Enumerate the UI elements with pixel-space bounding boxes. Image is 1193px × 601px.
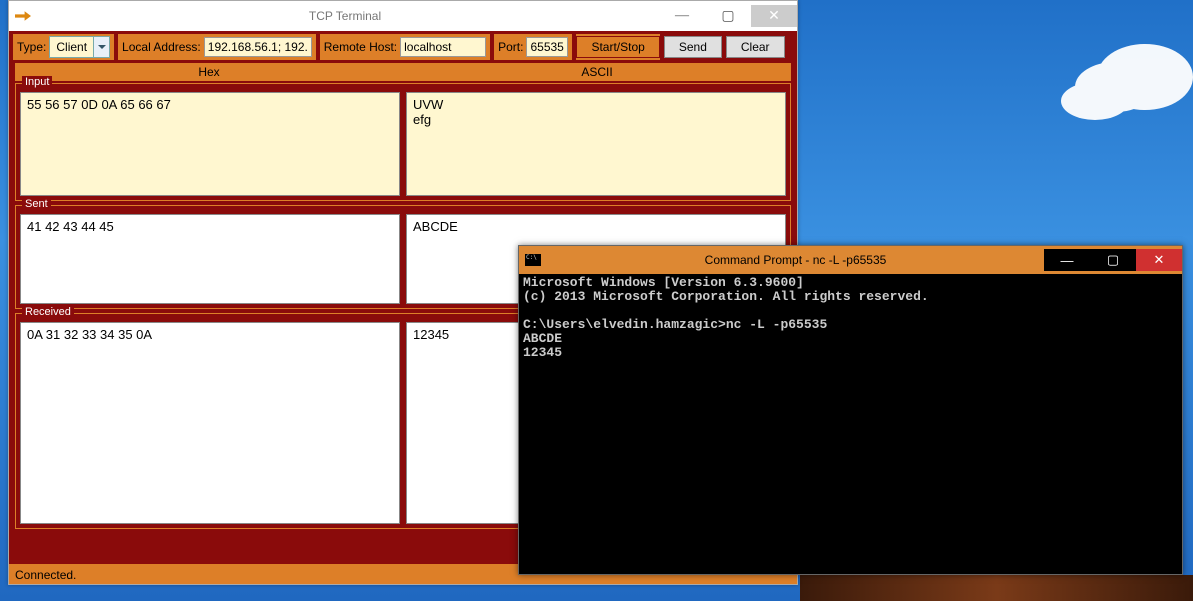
desktop-cloud: [1097, 44, 1193, 110]
cmd-close-button[interactable]: ✕: [1136, 249, 1182, 271]
local-address-group: Local Address:: [118, 34, 316, 60]
received-hex-textarea[interactable]: [20, 322, 400, 524]
cmd-titlebar[interactable]: Command Prompt - nc -L -p65535 — ▢ ✕: [519, 246, 1182, 274]
input-legend: Input: [22, 76, 52, 88]
maximize-button[interactable]: ▢: [705, 5, 751, 27]
cmd-maximize-button[interactable]: ▢: [1090, 249, 1136, 271]
received-legend: Received: [22, 306, 74, 318]
status-text: Connected.: [15, 568, 76, 582]
remote-host-label: Remote Host:: [324, 40, 397, 54]
port-label: Port:: [498, 40, 523, 54]
remote-host-input[interactable]: [400, 37, 486, 57]
type-combobox[interactable]: Client: [49, 36, 110, 58]
input-hex-textarea[interactable]: [20, 92, 400, 196]
startstop-group: Start/Stop: [576, 34, 659, 60]
column-headers: Hex ASCII: [15, 63, 791, 81]
type-value: Client: [50, 37, 93, 57]
command-prompt-window: Command Prompt - nc -L -p65535 — ▢ ✕ Mic…: [518, 245, 1183, 575]
tcp-titlebar[interactable]: TCP Terminal — ▢ ✕: [9, 1, 797, 31]
chevron-down-icon[interactable]: [93, 37, 109, 57]
cmd-output[interactable]: Microsoft Windows [Version 6.3.9600] (c)…: [519, 274, 1182, 574]
sent-legend: Sent: [22, 198, 51, 210]
hex-header: Hex: [15, 63, 403, 81]
clear-button[interactable]: Clear: [726, 36, 785, 58]
sent-hex-textarea[interactable]: [20, 214, 400, 304]
send-button[interactable]: Send: [664, 36, 722, 58]
port-input[interactable]: [526, 37, 568, 57]
tcp-toolbar: Type: Client Local Address: Remote Host:…: [9, 31, 797, 63]
tcp-window-title: TCP Terminal: [31, 9, 659, 23]
cmd-window-title: Command Prompt - nc -L -p65535: [547, 253, 1044, 267]
close-button[interactable]: ✕: [751, 5, 797, 27]
input-ascii-textarea[interactable]: [406, 92, 786, 196]
cmd-minimize-button[interactable]: —: [1044, 249, 1090, 271]
local-address-input[interactable]: [204, 37, 312, 57]
start-stop-button[interactable]: Start/Stop: [576, 36, 659, 58]
type-group: Type: Client: [13, 34, 114, 60]
local-address-label: Local Address:: [122, 40, 201, 54]
type-label: Type:: [17, 40, 46, 54]
ascii-header: ASCII: [403, 63, 791, 81]
minimize-button[interactable]: —: [659, 5, 705, 27]
remote-host-group: Remote Host:: [320, 34, 490, 60]
app-icon: [15, 8, 31, 24]
cmd-icon: [525, 254, 541, 266]
input-group: Input: [15, 83, 791, 201]
port-group: Port:: [494, 34, 572, 60]
desktop-ground: [800, 575, 1193, 601]
